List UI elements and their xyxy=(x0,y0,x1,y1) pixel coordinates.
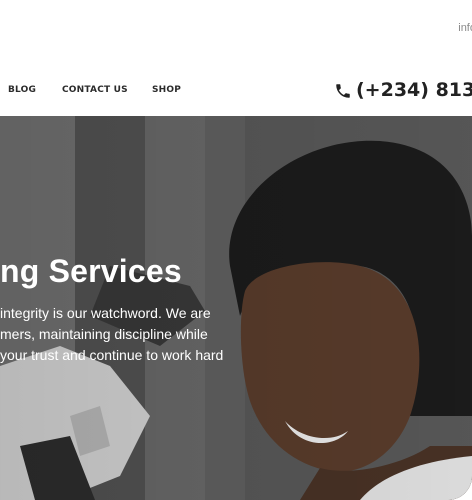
main-nav: BLOG CONTACT US SHOP (+234) 813 1 xyxy=(0,64,472,116)
contact-email[interactable]: info xyxy=(458,22,472,34)
hero-text-line: integrity is our watchword. We are xyxy=(0,305,211,321)
hero-text-line: mers, maintaining discipline while xyxy=(0,326,208,342)
hero-text-line: your trust and continue to work hard xyxy=(0,347,224,363)
phone-number: (+234) 813 1 xyxy=(356,79,472,101)
phone-icon xyxy=(336,84,350,98)
top-bar: info xyxy=(0,0,472,64)
nav-link-contact-us[interactable]: CONTACT US xyxy=(62,85,128,95)
hero-heading: ng Services xyxy=(0,253,182,289)
nav-link-blog[interactable]: BLOG xyxy=(8,85,36,95)
nav-link-shop[interactable]: SHOP xyxy=(152,85,181,95)
hero-banner: ng Services integrity is our watchword. … xyxy=(0,116,472,500)
